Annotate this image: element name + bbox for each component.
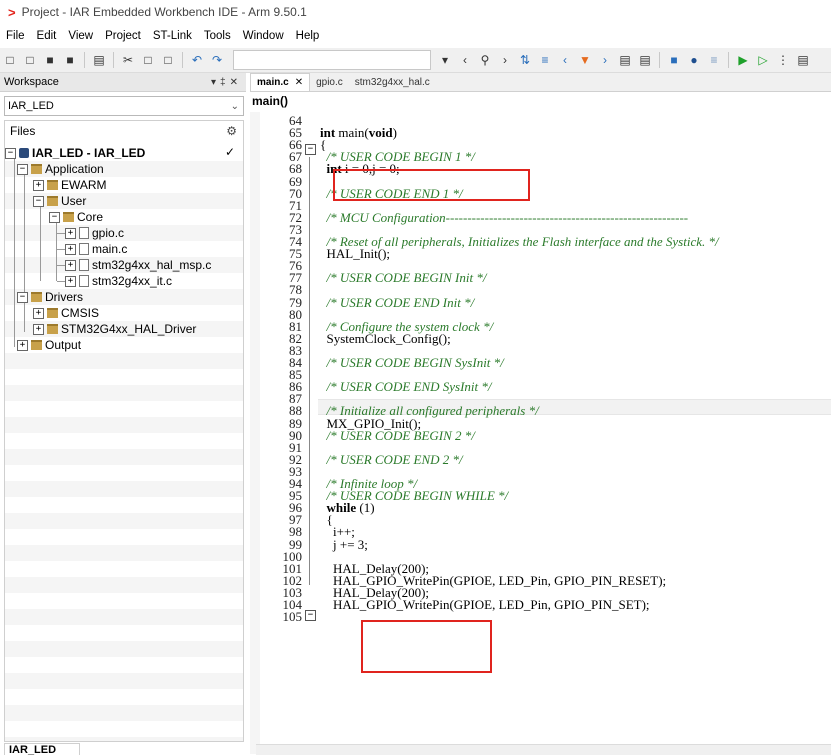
fold-collapse-icon[interactable]: −: [305, 144, 316, 155]
code-line: /* USER CODE END SysInit */: [320, 379, 492, 394]
code-line: int main(void): [320, 125, 397, 140]
code-line: /* USER CODE BEGIN Init */: [320, 270, 487, 285]
code-line: /* USER CODE END Init */: [320, 295, 475, 310]
code-line: SystemClock_Config();: [320, 331, 451, 346]
code-line: /* MCU Configuration--------------------…: [320, 210, 689, 225]
code-line: j += 3;: [320, 537, 368, 552]
highlight-box-declaration: [333, 169, 530, 201]
fold-line: [309, 157, 310, 585]
code-line: /* USER CODE END 2 */: [320, 452, 463, 467]
horizontal-scrollbar[interactable]: [256, 744, 831, 755]
highlight-box-increment: [361, 620, 492, 673]
code-line: HAL_GPIO_WritePin(GPIOE, LED_Pin, GPIO_P…: [320, 597, 650, 612]
code-line: HAL_Init();: [320, 246, 391, 261]
fold-collapse-icon[interactable]: −: [305, 610, 316, 621]
keyword: void: [368, 125, 393, 140]
code-line: /* USER CODE BEGIN SysInit */: [320, 355, 504, 370]
code-line: /* USER CODE BEGIN 2 */: [320, 428, 475, 443]
line-number: 105: [282, 609, 303, 624]
